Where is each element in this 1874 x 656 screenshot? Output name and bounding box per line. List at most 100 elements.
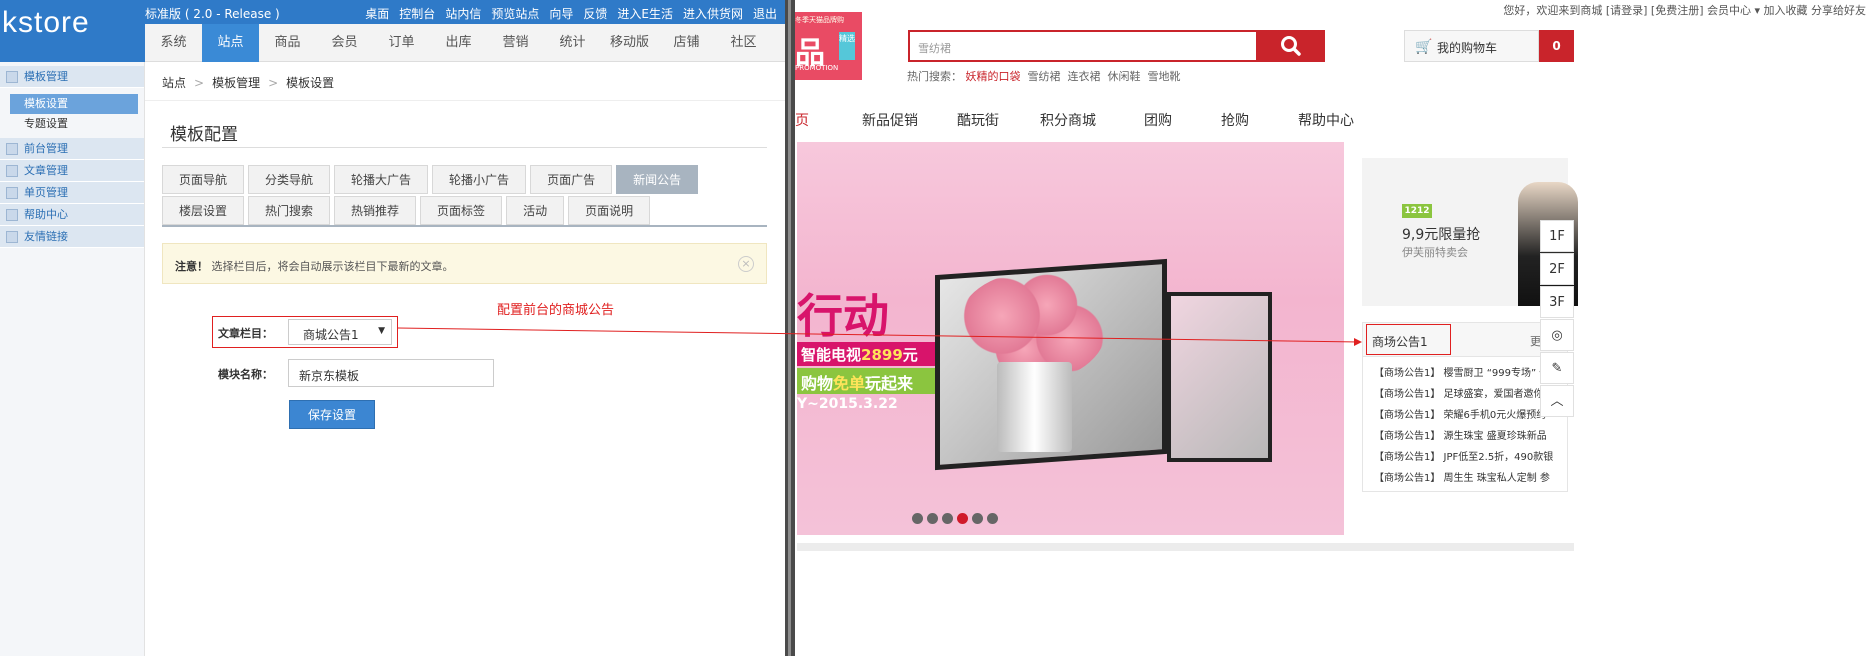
nav-tab-member[interactable]: 会员 <box>316 24 373 62</box>
banner-text: 智能电视 <box>801 346 862 364</box>
carousel-dot[interactable] <box>987 513 998 524</box>
tab-page-ads[interactable]: 页面广告 <box>530 165 613 194</box>
carousel-dot[interactable] <box>942 513 953 524</box>
tab-page-nav[interactable]: 页面导航 <box>162 165 245 194</box>
annotation-text: 配置前台的商城公告 <box>497 303 615 318</box>
hot-search-item[interactable]: 雪地靴 <box>1148 70 1181 83</box>
gear-icon <box>6 143 18 155</box>
sidebar-group-help[interactable]: 帮助中心 <box>0 204 144 226</box>
front-nav-cool[interactable]: 酷玩街 <box>957 110 1040 130</box>
top-link-elife[interactable]: 进入E生活 <box>617 5 673 22</box>
top-link-console[interactable]: 控制台 <box>399 5 435 22</box>
logo-area: kstore <box>0 0 145 62</box>
edit-icon[interactable]: ✎ <box>1540 352 1574 384</box>
dropdown-arrow-icon: ▼ <box>378 326 385 336</box>
hot-search-item[interactable]: 雪纺裙 <box>1028 70 1061 83</box>
carousel-dot[interactable] <box>927 513 938 524</box>
tab-floor[interactable]: 楼层设置 <box>162 196 245 225</box>
front-search-input[interactable]: 雪纺裙 <box>908 30 1258 62</box>
carousel-dot[interactable] <box>972 513 983 524</box>
breadcrumb-template-mgmt[interactable]: 模板管理 <box>212 76 260 90</box>
nav-tab-stats[interactable]: 统计 <box>544 24 601 62</box>
tab-small-carousel[interactable]: 轮播小广告 <box>432 165 527 194</box>
sidebar-item-template-settings[interactable]: 模板设置 <box>10 94 138 114</box>
logo-tag: 精选 <box>839 32 855 60</box>
column-select[interactable]: 商城公告1 ▼ <box>288 319 392 345</box>
tab-category-nav[interactable]: 分类导航 <box>248 165 331 194</box>
front-nav-new[interactable]: 新品促销 <box>862 110 957 130</box>
page-icon <box>6 187 18 199</box>
promo-ad[interactable]: 1212 9,9元限量抢 伊芙丽特卖会 <box>1362 158 1578 306</box>
top-link-messages[interactable]: 站内信 <box>445 5 481 22</box>
floor-nav-2f[interactable]: 2F <box>1540 253 1574 285</box>
top-link-supply[interactable]: 进入供货网 <box>683 5 743 22</box>
service-icon[interactable]: ◎ <box>1540 319 1574 351</box>
hot-search-item[interactable]: 妖精的口袋 <box>966 70 1021 83</box>
nav-tab-site[interactable]: 站点 <box>202 24 259 62</box>
carousel-dot[interactable] <box>912 513 923 524</box>
sidebar-group-singlepage[interactable]: 单页管理 <box>0 182 144 204</box>
close-icon[interactable]: × <box>738 256 754 272</box>
save-button[interactable]: 保存设置 <box>289 400 375 429</box>
banner-date: Y~2015.3.22 <box>797 396 898 412</box>
sidebar-group-template[interactable]: 模板管理 <box>0 66 144 88</box>
front-search-button[interactable] <box>1258 30 1325 62</box>
nav-tab-community[interactable]: 社区 <box>715 24 772 62</box>
breadcrumb-template-settings: 模板设置 <box>286 76 335 90</box>
nav-tab-mobile[interactable]: 移动版 <box>601 24 658 62</box>
top-link-logout[interactable]: 退出 <box>753 5 777 22</box>
news-item[interactable]: 【商场公告1】 樱雪厨卫 “999专场” 促 <box>1374 364 1566 379</box>
page-title: 模板配置 <box>170 125 238 145</box>
cart-button[interactable]: 🛒 我的购物车 <box>1404 30 1539 62</box>
sidebar-item-topic-settings[interactable]: 专题设置 <box>0 114 144 134</box>
hot-search-item[interactable]: 休闲鞋 <box>1108 70 1141 83</box>
sidebar-group-frontend[interactable]: 前台管理 <box>0 138 144 160</box>
front-nav-points[interactable]: 积分商城 <box>1040 110 1144 130</box>
admin-top-links: 桌面 控制台 站内信 预览站点 向导 反馈 进入E生活 进入供货网 退出 <box>365 5 777 22</box>
front-logo[interactable]: 冬季天猫品牌购 品 精选 PROMOTION <box>795 12 862 80</box>
tab-activity[interactable]: 活动 <box>506 196 565 225</box>
floor-nav-3f[interactable]: 3F <box>1540 286 1574 318</box>
nav-tab-outbound[interactable]: 出库 <box>430 24 487 62</box>
top-link-preview[interactable]: 预览站点 <box>491 5 539 22</box>
tab-hot-recommend[interactable]: 热销推荐 <box>334 196 417 225</box>
nav-tab-goods[interactable]: 商品 <box>259 24 316 62</box>
floor-nav-1f[interactable]: 1F <box>1540 220 1574 252</box>
sidebar-group-article[interactable]: 文章管理 <box>0 160 144 182</box>
front-nav-flash[interactable]: 抢购 <box>1221 110 1298 130</box>
front-nav-home[interactable]: 页 <box>795 110 862 130</box>
news-item[interactable]: 【商场公告1】 源生珠宝 盛夏珍珠新品 <box>1374 427 1566 442</box>
front-banner[interactable]: 行动 智能电视2899元 购物免单玩起来 Y~2015.3.22 <box>797 142 1344 535</box>
front-top-links[interactable]: 您好，欢迎来到商城 [请登录] [免费注册] 会员中心 ▾ 加入收藏 分享给好友 <box>945 2 1874 18</box>
nav-tab-marketing[interactable]: 营销 <box>487 24 544 62</box>
back-to-top-icon[interactable]: ︿ <box>1540 385 1574 417</box>
news-item[interactable]: 【商场公告1】 足球盛宴，爱国者邀你 <box>1374 385 1566 400</box>
nav-tab-order[interactable]: 订单 <box>373 24 430 62</box>
hot-search-item[interactable]: 连衣裙 <box>1068 70 1101 83</box>
news-item[interactable]: 【商场公告1】 荣耀6手机0元火爆预约 <box>1374 406 1566 421</box>
front-nav-help[interactable]: 帮助中心 <box>1298 110 1354 130</box>
nav-tab-system[interactable]: 系统 <box>145 24 202 62</box>
news-item[interactable]: 【商场公告1】 JPF低至2.5折，490款银 <box>1374 448 1566 463</box>
tab-page-desc[interactable]: 页面说明 <box>568 196 651 225</box>
cart-icon: 🛒 <box>1415 39 1433 55</box>
notice-bold: 注意！ <box>175 260 208 273</box>
breadcrumb-site[interactable]: 站点 <box>162 76 186 90</box>
carousel-dot-active[interactable] <box>957 513 968 524</box>
sidebar-group-links[interactable]: 友情链接 <box>0 226 144 248</box>
top-link-feedback[interactable]: 反馈 <box>583 5 607 22</box>
banner-text: 玩起来 <box>865 374 914 393</box>
logo-tiny-text: 冬季天猫品牌购 <box>795 16 844 24</box>
tab-big-carousel[interactable]: 轮播大广告 <box>334 165 429 194</box>
tab-news[interactable]: 新闻公告 <box>616 165 699 194</box>
nav-tab-store[interactable]: 店铺 <box>658 24 715 62</box>
tab-page-tags[interactable]: 页面标签 <box>420 196 503 225</box>
front-nav-group[interactable]: 团购 <box>1144 110 1221 130</box>
news-title[interactable]: 商场公告1 <box>1372 333 1428 350</box>
news-item[interactable]: 【商场公告1】 周生生 珠宝私人定制 参 <box>1374 469 1566 484</box>
tab-hot-search[interactable]: 热门搜索 <box>248 196 331 225</box>
top-link-wizard[interactable]: 向导 <box>549 5 573 22</box>
top-link-desktop[interactable]: 桌面 <box>365 5 389 22</box>
module-name-input[interactable]: 新京东模板 <box>288 359 494 387</box>
kstore-logo[interactable]: kstore <box>2 6 90 40</box>
